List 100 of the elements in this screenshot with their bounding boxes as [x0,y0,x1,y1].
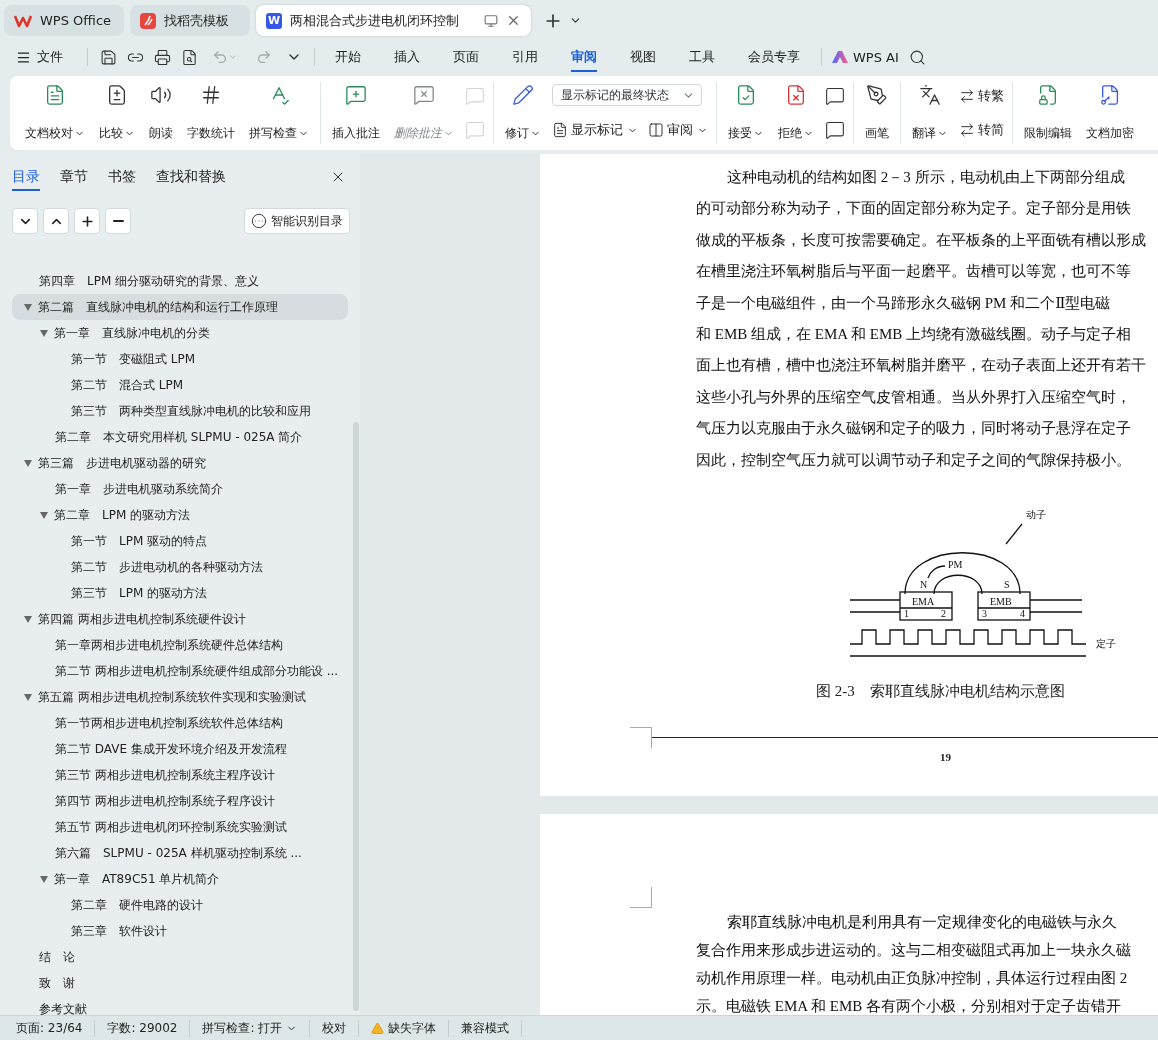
comment-delete-icon [413,84,435,106]
caret-icon[interactable] [24,303,32,311]
outline-item[interactable]: 第二篇 直线脉冲电机的结构和运行工作原理 [12,294,348,320]
outline-item[interactable]: 第二章 LPM 的驱动方法 [12,502,348,528]
outline-item[interactable]: 第二节 步进电动机的各种驱动方法 [12,554,348,580]
sidebar-tab[interactable]: 书签 [108,163,136,191]
outline-item[interactable]: 第二节 两相步进电机控制系统硬件组成部分功能设 ... [12,658,348,684]
window-tab[interactable]: W 两相混合式步进电机闭环控制 [256,5,531,36]
outline-item[interactable]: 第二章 硬件电路的设计 [12,892,348,918]
outline-item[interactable]: 第一节 LPM 驱动的特点 [12,528,348,554]
caret-icon[interactable] [24,693,32,701]
window-tab[interactable]: 找稻壳模板 [130,5,250,36]
remove-button[interactable] [105,208,131,234]
outline-item[interactable]: 致 谢 [12,970,348,996]
menu-tab[interactable]: 插入 [394,42,420,72]
outline-item[interactable]: 结 论 [12,944,348,970]
caret-icon[interactable] [40,875,48,883]
menu-tab[interactable]: 引用 [512,42,538,72]
outline-item[interactable]: 第六篇 SLPMU - 025A 样机驱动控制系统 ... [12,840,348,866]
outline-item[interactable]: 第二节 混合式 LPM [12,372,348,398]
translate-icon [919,84,941,106]
outline-item[interactable]: 第三篇 步进电机驱动器的研究 [12,450,348,476]
sidebar-tab[interactable]: 查找和替换 [156,163,226,191]
plus-icon [79,213,95,229]
diagram-label: 定子 [1096,638,1116,650]
outline-item[interactable]: 第四篇 两相步进电机控制系统硬件设计 [12,606,348,632]
collapse-button[interactable] [12,208,38,234]
caret-icon[interactable] [40,511,48,519]
diagram-label: 动子 [1026,509,1046,521]
sidebar-tab[interactable]: 章节 [60,163,88,191]
status-warning[interactable]: 缺失字体 [359,1019,450,1037]
outline-item[interactable]: 第五篇 两相步进电机控制系统软件实现和实验测试 [12,684,348,710]
smart-toc-button[interactable]: 智能识别目录 [244,208,350,234]
outline-item[interactable]: 第一章两相步进电机控制系统硬件总体结构 [12,632,348,658]
menu-tab[interactable]: 开始 [335,42,361,72]
ribbon-button[interactable]: 比较 [92,82,142,144]
close-icon[interactable] [506,13,521,28]
diagram-label: EMA [912,596,935,608]
ribbon-button[interactable]: 拼写检查 [242,82,316,144]
ribbon-button[interactable]: 转简 [959,118,1004,142]
ribbon-button[interactable]: 翻译 [905,82,955,144]
ribbon-button[interactable]: 拒绝 [771,82,821,144]
ribbon-button[interactable]: 限制编辑 [1017,82,1079,144]
ribbon-button[interactable]: 文档校对 [18,82,92,144]
menu-tab[interactable]: 会员专享 [748,42,800,72]
sidebar-tab[interactable]: 目录 [12,163,40,191]
text-line: 子是一个电磁组件，由一个马蹄形永久磁钢 PM 和二个Ⅱ型电磁 [696,293,1112,313]
expand-button[interactable] [43,208,69,234]
caret-icon[interactable] [40,329,48,337]
ai-logo-icon [832,51,848,63]
speech-bubble-icon [465,120,485,140]
text-line: 这些小孔与外界的压缩空气皮管相通。当从外界打入压缩空气时， [696,387,1132,407]
print-icon[interactable] [154,48,171,66]
ribbon-button[interactable]: 朗读 [142,82,180,144]
ribbon-button[interactable]: 字数统计 [180,82,242,144]
file-menu-button[interactable]: 文件 [16,48,63,66]
markup-select[interactable]: 显示标记的最终状态 [552,84,702,106]
outline-item[interactable]: 第一章 AT89C51 单片机简介 [12,866,348,892]
outline-item[interactable]: 第三节 LPM 的驱动方法 [12,580,348,606]
text-line: 这种电动机的结构如图 2－3 所示，电动机由上下两部分组成 [726,168,1126,187]
search-icon[interactable] [908,48,926,66]
outline-item[interactable]: 第五节 两相步进电机闭环控制系统实验测试 [12,814,348,840]
outline-item[interactable]: 第一节两相步进电机控制系统软件总体结构 [12,710,348,736]
outline-item[interactable]: 第一章 直线脉冲电机的分类 [12,320,348,346]
outline-item[interactable]: 第四节 两相步进电机控制系统子程序设计 [12,788,348,814]
outline-item[interactable]: 第三章 软件设计 [12,918,348,944]
monitor-icon[interactable] [484,13,498,28]
outline-item[interactable]: 第三节 两相步进电机控制系统主程序设计 [12,762,348,788]
text-line: 复合作用来形成步进运动的。这与二相变磁阻式再加上一块永久磁 [696,941,1132,960]
outline-item[interactable]: 第二节 DAVE 集成开发环境介绍及开发流程 [12,736,348,762]
menu-tab[interactable]: 页面 [453,42,479,72]
ribbon-button[interactable]: 修订 [498,82,548,144]
ribbon-button[interactable]: 文档加密 [1079,82,1141,144]
caret-icon[interactable] [24,459,32,467]
file-key-icon [1099,84,1121,106]
scrollbar-thumb[interactable] [353,422,359,1011]
menu-tab[interactable]: 工具 [689,42,715,72]
caret-icon[interactable] [24,615,32,623]
outline-item[interactable]: 第二章 本文研究用样机 SLPMU - 025A 简介 [12,424,348,450]
ribbon-button[interactable]: 画笔 [858,82,896,144]
ribbon-button[interactable]: 显示标记 [552,118,638,142]
ribbon-button[interactable]: 接受 [721,82,771,144]
outline-item[interactable]: 第三节 两种类型直线脉冲电机的比较和应用 [12,398,348,424]
print-preview-icon[interactable] [181,48,198,66]
menu-tab[interactable]: 视图 [630,42,656,72]
menu-tab[interactable]: 审阅 [571,42,597,72]
status-menu[interactable]: 拼写检查: 打开 [190,1019,311,1037]
diagram-label: 2 [941,608,946,620]
outline-item[interactable]: 第一章 步进电机驱动系统简介 [12,476,348,502]
text-line: 索耶直线脉冲电机是利用具有一定规律变化的电磁铁与永久 [726,913,1118,932]
ribbon-button[interactable]: 插入批注 [325,82,387,144]
ribbon-button[interactable]: 转繁 [959,84,1004,108]
outline-item[interactable]: 参考文献 [12,996,348,1015]
outline-item[interactable]: 第一节 变磁阻式 LPM [12,346,348,372]
add-button[interactable] [74,208,100,234]
window-tab[interactable]: WPS Office [4,5,124,36]
save-icon[interactable] [100,48,117,66]
outline-item[interactable]: 第四章 LPM 细分驱动研究的背景、意义 [12,268,348,294]
ai-button[interactable]: WPS AI [832,49,899,65]
ribbon-button[interactable]: 审阅 [648,118,708,142]
